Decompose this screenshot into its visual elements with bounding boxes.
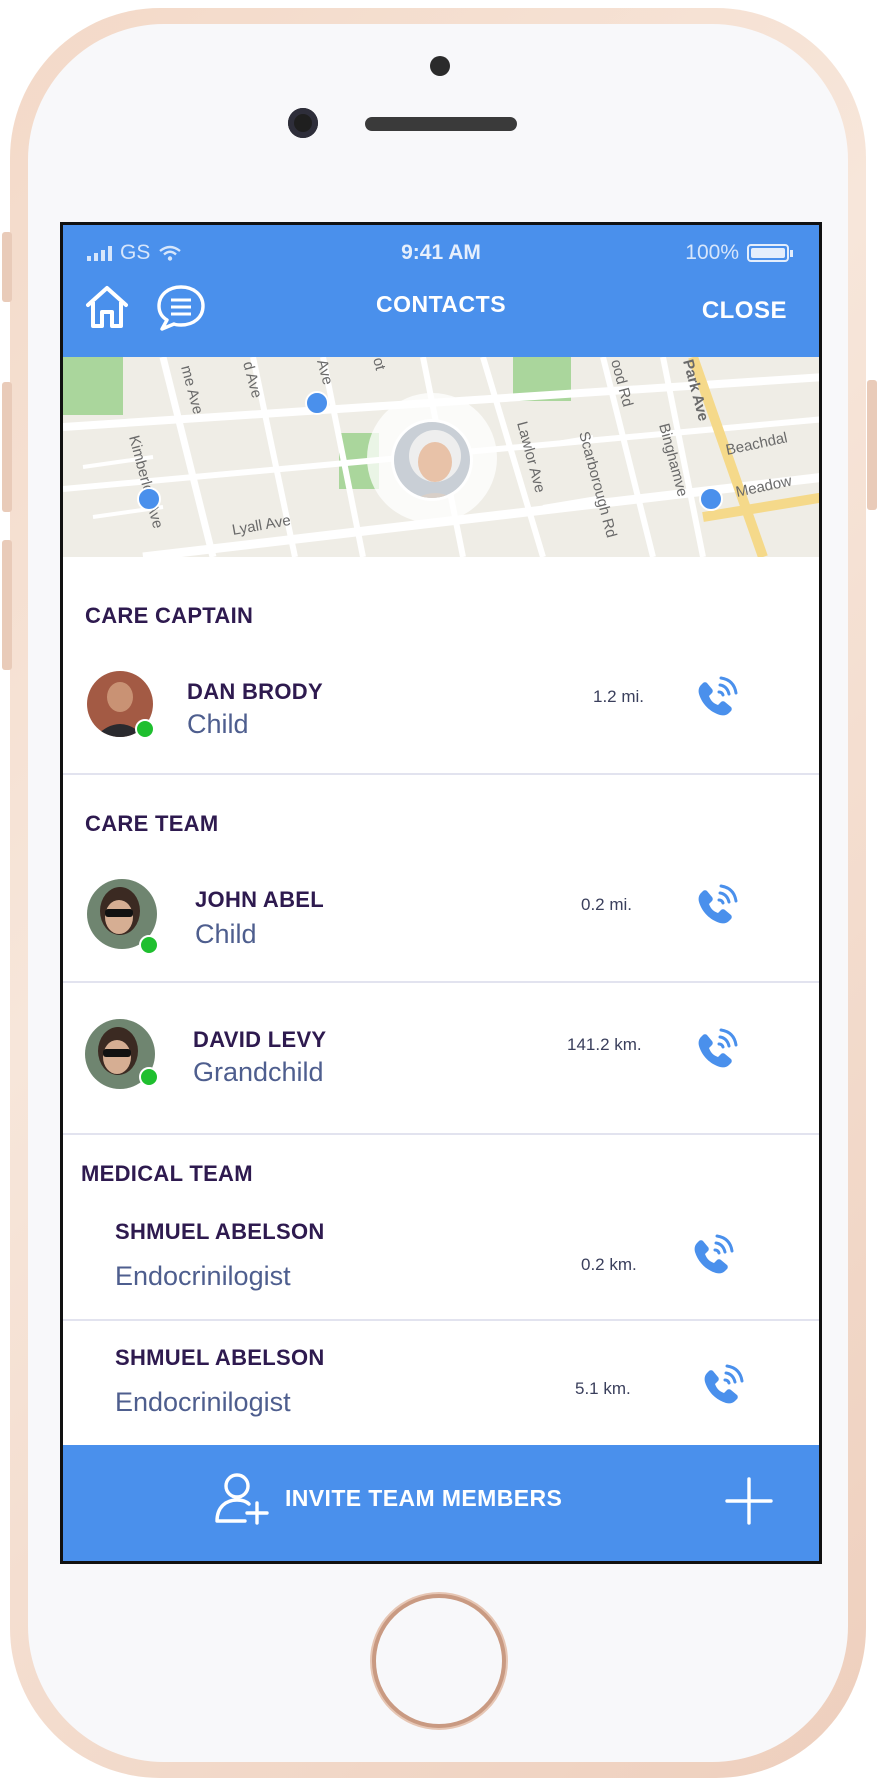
side-button — [2, 232, 12, 302]
proximity-sensor — [430, 56, 450, 76]
contact-name: SHMUEL ABELSON — [115, 1219, 325, 1244]
footer-bar: INVITE TEAM MEMBERS — [63, 1445, 819, 1561]
street-label: Meadow — [734, 472, 793, 500]
side-button — [2, 540, 12, 670]
contact-role: Endocrinilogist — [115, 1387, 291, 1417]
map-pin[interactable] — [699, 487, 723, 511]
section-title-medical-team: MEDICAL TEAM — [81, 1161, 253, 1186]
close-button[interactable]: CLOSE — [702, 297, 787, 325]
contact-distance: 141.2 km. — [567, 1035, 642, 1054]
divider — [63, 773, 819, 775]
phone-call-icon[interactable] — [685, 1229, 739, 1283]
contact-distance: 1.2 mi. — [593, 687, 645, 706]
contact-distance: 0.2 mi. — [581, 895, 633, 914]
street-label: Lyall Ave — [231, 512, 292, 539]
contact-row[interactable]: DAN BRODY Child 1.2 mi. — [63, 661, 819, 771]
contact-name: SHMUEL ABELSON — [115, 1345, 325, 1370]
contact-row[interactable]: SHMUEL ABELSON Endocrinilogist 0.2 km. — [63, 1203, 819, 1323]
contact-distance: 0.2 km. — [581, 1255, 637, 1274]
invite-label: INVITE TEAM MEMBERS — [285, 1484, 563, 1511]
add-user-icon — [215, 1473, 269, 1525]
contact-name: DAN BRODY — [187, 679, 323, 704]
map-user-avatar[interactable] — [391, 419, 473, 501]
phone-call-icon[interactable] — [689, 1023, 743, 1077]
app-screen: GS 9:41 AM 100% CONTACTS CLOSE me Ave d … — [60, 222, 822, 1564]
map-view[interactable]: me Ave d Ave Ave ot ood Rd Park Ave Kimb… — [63, 357, 819, 557]
phone-call-icon[interactable] — [689, 671, 743, 725]
earpiece-speaker — [365, 117, 517, 131]
contact-name: DAVID LEVY — [193, 1027, 327, 1052]
contact-row[interactable]: DAVID LEVY Grandchild 141.2 km. — [63, 1011, 819, 1121]
street-label: ot — [369, 357, 389, 373]
status-right: 100% — [685, 241, 793, 265]
map-pin[interactable] — [305, 391, 329, 415]
street-label: Beachdal — [724, 429, 789, 459]
divider — [63, 1133, 819, 1135]
side-button — [2, 382, 12, 512]
battery-icon — [747, 244, 793, 262]
contact-role: Endocrinilogist — [115, 1261, 291, 1291]
section-title-care-team: CARE TEAM — [85, 811, 219, 836]
street-label: Ave — [313, 358, 336, 387]
side-button — [867, 380, 877, 510]
header: GS 9:41 AM 100% CONTACTS CLOSE — [63, 225, 819, 357]
plus-icon[interactable] — [723, 1475, 775, 1527]
divider — [63, 981, 819, 983]
map-pin[interactable] — [137, 487, 161, 511]
street-label: Scarborough Rd — [575, 430, 620, 540]
contact-name: JOHN ABEL — [195, 887, 325, 912]
online-indicator — [139, 935, 159, 955]
online-indicator — [139, 1067, 159, 1087]
invite-team-button[interactable]: INVITE TEAM MEMBERS — [213, 1469, 562, 1527]
divider — [63, 1319, 819, 1321]
front-camera — [288, 108, 318, 138]
phone-call-icon[interactable] — [689, 879, 743, 933]
contact-role: Grandchild — [193, 1057, 324, 1087]
street-label: d Ave — [239, 360, 265, 400]
online-indicator — [135, 719, 155, 739]
contact-row[interactable]: JOHN ABEL Child 0.2 mi. — [63, 869, 819, 979]
street-label: me Ave — [177, 364, 206, 416]
battery-label: 100% — [685, 241, 739, 264]
section-title-care-captain: CARE CAPTAIN — [85, 603, 254, 628]
contact-role: Child — [187, 709, 249, 739]
home-button[interactable] — [372, 1594, 506, 1728]
contact-distance: 5.1 km. — [575, 1379, 631, 1398]
contact-row[interactable]: SHMUEL ABELSON Endocrinilogist 5.1 km. — [63, 1329, 819, 1445]
contact-role: Child — [195, 919, 257, 949]
phone-call-icon[interactable] — [695, 1359, 749, 1413]
